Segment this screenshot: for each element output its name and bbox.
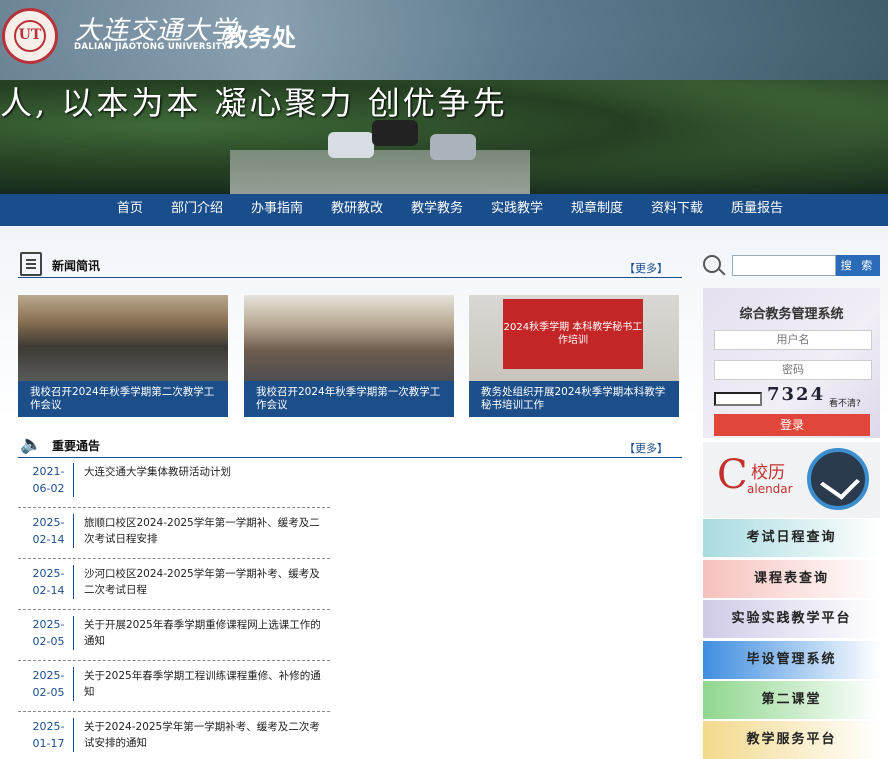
newspaper-icon: [20, 252, 42, 276]
nav-item-guide[interactable]: 办事指南: [237, 194, 317, 226]
news-photo: 2024秋季学期 本科教学秘书工作培训: [469, 295, 679, 381]
calendar-link[interactable]: C 校历 alendar: [703, 442, 880, 518]
notices-more-link[interactable]: 【更多】: [624, 440, 668, 456]
news-section-header: 新闻简讯 【更多】: [18, 252, 682, 278]
notice-date-monthday: 02-14: [32, 533, 65, 546]
university-seal-logo[interactable]: UT: [2, 8, 58, 64]
notice-date-year: 2025-: [32, 669, 65, 682]
notice-date-monthday: 02-14: [32, 584, 65, 597]
notice-date: 2025- 02-05: [24, 616, 74, 650]
notice-date-year: 2021-: [32, 465, 65, 478]
notice-date-year: 2025-: [32, 567, 65, 580]
nav-item-quality-report[interactable]: 质量报告: [717, 194, 797, 226]
notice-title[interactable]: 大连交通大学集体教研活动计划: [84, 464, 330, 480]
notice-item[interactable]: 2025- 02-05 关于开展2025年春季学期重修课程网上选课工作的通知: [18, 610, 330, 661]
notice-date: 2021- 06-02: [24, 463, 74, 497]
notice-date-monthday: 01-17: [32, 737, 65, 750]
school-name-en: DALIAN JIAOTONG UNIVERSITY: [74, 42, 229, 52]
password-field[interactable]: [714, 360, 872, 380]
news-photo: [18, 295, 228, 381]
nav-item-about[interactable]: 部门介绍: [157, 194, 237, 226]
main-nav: 首页 部门介绍 办事指南 教研教改 教学教务 实践教学 规章制度 资料下载 质量…: [0, 194, 888, 226]
seal-mark: UT: [18, 27, 42, 43]
captcha-input[interactable]: [714, 392, 762, 406]
notice-date-year: 2025-: [32, 720, 65, 733]
notice-title[interactable]: 关于2025年春季学期工程训练课程重修、补修的通知: [84, 668, 330, 700]
banner-road-image: [230, 150, 530, 194]
news-photo-screen-text: 2024秋季学期 本科教学秘书工作培训: [503, 299, 643, 369]
notice-title[interactable]: 关于开展2025年春季学期重修课程网上选课工作的通知: [84, 617, 330, 649]
portal-exam-schedule[interactable]: 考试日程查询: [703, 519, 880, 557]
notice-title[interactable]: 沙河口校区2024-2025学年第一学期补考、缓考及二次考试日程: [84, 566, 330, 598]
captcha-image[interactable]: 7324: [767, 384, 825, 405]
department-title: 教务处: [224, 24, 296, 52]
notice-item[interactable]: 2025- 01-17 关于2024-2025学年第一学期补考、缓考及二次考试安…: [18, 712, 330, 759]
captcha-refresh-link[interactable]: 看不清?: [829, 396, 861, 409]
calendar-label-en: alendar: [747, 482, 793, 496]
notices-section-header: 🔈 重要通告 【更多】: [18, 432, 682, 458]
portal-teaching-service[interactable]: 教学服务平台: [703, 721, 880, 759]
calendar-letter: C: [717, 452, 748, 498]
notice-item[interactable]: 2025- 02-05 关于2025年春季学期工程训练课程重修、补修的通知: [18, 661, 330, 712]
notice-item[interactable]: 2021- 06-02 大连交通大学集体教研活动计划: [18, 457, 330, 508]
news-card[interactable]: 我校召开2024年秋季学期第一次教学工作会议: [244, 295, 454, 417]
search-button[interactable]: 搜 索: [836, 255, 880, 276]
notice-date: 2025- 02-14: [24, 565, 74, 599]
speaker-icon: 🔈: [20, 434, 43, 455]
notice-item[interactable]: 2025- 02-14 沙河口校区2024-2025学年第一学期补考、缓考及二次…: [18, 559, 330, 610]
notice-date: 2025- 02-14: [24, 514, 74, 548]
notice-title[interactable]: 关于2024-2025学年第一学期补考、缓考及二次考试安排的通知: [84, 719, 330, 751]
login-panel: 综合教务管理系统 7324 看不清? 登录: [703, 288, 880, 438]
search-input[interactable]: [732, 255, 836, 276]
news-card[interactable]: 我校召开2024年秋季学期第二次教学工作会议: [18, 295, 228, 417]
news-caption[interactable]: 教务处组织开展2024秋季学期本科教学秘书培训工作: [469, 381, 679, 417]
nav-item-regulations[interactable]: 规章制度: [557, 194, 637, 226]
nav-item-home[interactable]: 首页: [103, 194, 157, 226]
portal-thesis-management[interactable]: 毕设管理系统: [703, 641, 880, 679]
notice-date: 2025- 02-05: [24, 667, 74, 701]
login-button[interactable]: 登录: [714, 414, 870, 436]
portal-lab-practice[interactable]: 实验实践教学平台: [703, 600, 880, 638]
banner-slogan: 人, 以本为本 凝心聚力 创优争先: [0, 84, 508, 122]
header-banner: UT 大连交通大学 DALIAN JIAOTONG UNIVERSITY 教务处…: [0, 0, 888, 194]
nav-item-research[interactable]: 教研教改: [317, 194, 397, 226]
news-photo: [244, 295, 454, 381]
notice-date-year: 2025-: [32, 516, 65, 529]
banner-car-image: [328, 132, 374, 158]
nav-item-practice[interactable]: 实践教学: [477, 194, 557, 226]
notice-date-monthday: 06-02: [32, 482, 65, 495]
notice-title[interactable]: 旅顺口校区2024-2025学年第一学期补、缓考及二次考试日程安排: [84, 515, 330, 547]
notice-item[interactable]: 2025- 02-14 旅顺口校区2024-2025学年第一学期补、缓考及二次考…: [18, 508, 330, 559]
notice-date-monthday: 02-05: [32, 635, 65, 648]
clock-icon: [807, 448, 869, 510]
notice-date: 2025- 01-17: [24, 718, 74, 752]
news-card[interactable]: 2024秋季学期 本科教学秘书工作培训 教务处组织开展2024秋季学期本科教学秘…: [469, 295, 679, 417]
login-title: 综合教务管理系统: [739, 307, 844, 322]
portal-second-classroom[interactable]: 第二课堂: [703, 681, 880, 719]
banner-car-image: [430, 134, 476, 160]
news-caption[interactable]: 我校召开2024年秋季学期第二次教学工作会议: [18, 381, 228, 417]
username-field[interactable]: [714, 330, 872, 350]
notice-date-monthday: 02-05: [32, 686, 65, 699]
notice-date-year: 2025-: [32, 618, 65, 631]
notices-section-title: 重要通告: [52, 439, 101, 453]
search-icon: [703, 255, 721, 273]
nav-item-teaching[interactable]: 教学教务: [397, 194, 477, 226]
news-caption[interactable]: 我校召开2024年秋季学期第一次教学工作会议: [244, 381, 454, 417]
news-section-title: 新闻简讯: [52, 259, 101, 273]
calendar-label-cn: 校历: [751, 463, 785, 483]
portal-course-timetable[interactable]: 课程表查询: [703, 560, 880, 598]
news-more-link[interactable]: 【更多】: [624, 260, 668, 276]
nav-item-downloads[interactable]: 资料下载: [637, 194, 717, 226]
